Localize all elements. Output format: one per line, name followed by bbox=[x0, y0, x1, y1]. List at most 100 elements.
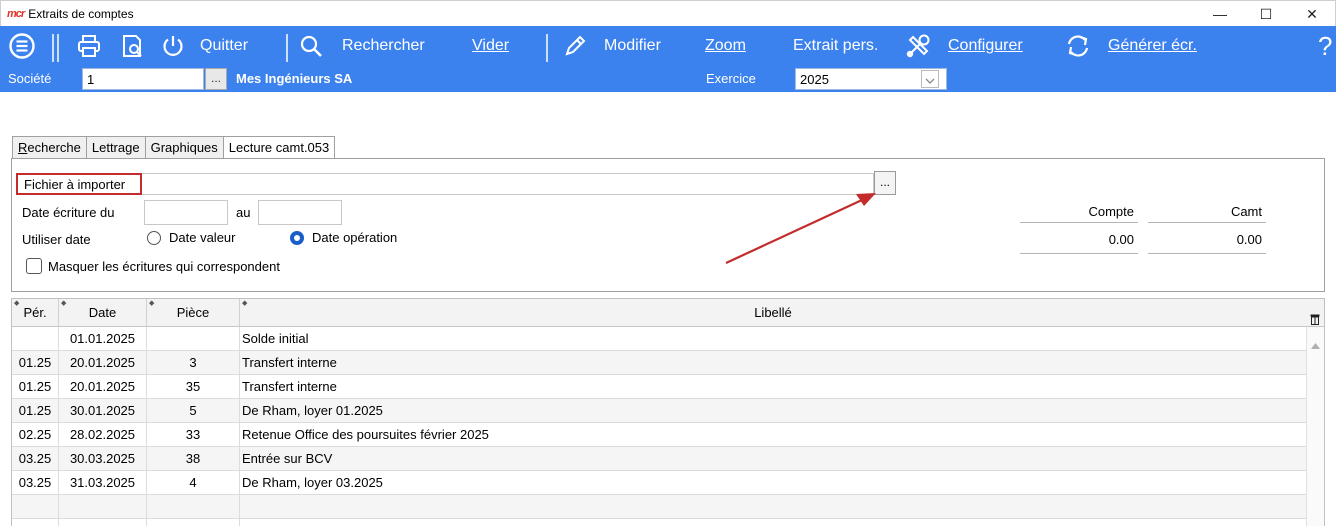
tab-graphiques[interactable]: Graphiques bbox=[144, 136, 224, 158]
table-row[interactable]: 03.25 31.03.2025 4 De Rham, loyer 03.2025 bbox=[12, 471, 1306, 495]
cell-period: 01.25 bbox=[12, 375, 59, 399]
cell-libelle: Solde initial bbox=[242, 331, 309, 346]
camt-import-panel: Fichier à importer ... Date écriture du … bbox=[11, 158, 1325, 292]
company-input[interactable]: 1 bbox=[82, 68, 204, 90]
hide-matching-label: Masquer les écritures qui correspondent bbox=[48, 259, 280, 274]
company-lookup-button[interactable]: ... bbox=[205, 68, 227, 90]
cell-piece: 4 bbox=[147, 471, 240, 495]
tab-recherche[interactable]: Recherche bbox=[12, 136, 87, 158]
use-date-label: Utiliser date bbox=[22, 232, 91, 247]
camt-header: Camt bbox=[1230, 204, 1262, 219]
zoom-label: Zoom bbox=[705, 37, 746, 54]
toolbar-actions: Quitter Rechercher Vider Modifier Zoom E… bbox=[0, 26, 1336, 66]
cell-piece: 5 bbox=[147, 399, 240, 423]
menu-button[interactable] bbox=[8, 32, 36, 60]
date-to-input[interactable] bbox=[258, 200, 342, 225]
window-title: Extraits de comptes bbox=[28, 6, 134, 21]
minimize-button[interactable]: — bbox=[1197, 1, 1243, 27]
operation-date-radio[interactable] bbox=[290, 231, 304, 245]
edit-label: Modifier bbox=[604, 37, 661, 54]
file-to-import-label: Fichier à importer bbox=[16, 173, 142, 195]
cell-period bbox=[12, 495, 59, 519]
table-row[interactable]: 02.25 28.02.2025 33 Retenue Office des pour… bbox=[12, 423, 1306, 447]
compte-header: Compte bbox=[1088, 204, 1134, 219]
cell-libelle: Retenue Office des poursuites février 20… bbox=[242, 427, 489, 442]
file-to-import-input[interactable] bbox=[142, 173, 874, 195]
configure-button[interactable]: Configurer bbox=[904, 32, 1023, 60]
print-preview-button[interactable] bbox=[120, 32, 146, 60]
cell-piece bbox=[147, 495, 240, 519]
cell-piece: 33 bbox=[147, 423, 240, 447]
cell-piece: 3 bbox=[147, 351, 240, 375]
browse-file-button[interactable]: ... bbox=[874, 171, 896, 195]
fiscal-year-label: Exercice bbox=[706, 71, 756, 86]
column-header-period[interactable]: ◆ Pér. bbox=[12, 299, 59, 327]
cell-period: 03.25 bbox=[12, 447, 59, 471]
quit-button[interactable]: Quitter bbox=[160, 32, 248, 60]
cell-piece: 38 bbox=[147, 447, 240, 471]
toolbar-separator bbox=[286, 34, 288, 62]
table-row[interactable]: 01.01.2025 Solde initial bbox=[12, 327, 1306, 351]
summary-divider bbox=[1020, 253, 1138, 254]
column-header-date[interactable]: ◆ Date bbox=[59, 299, 147, 327]
column-header-libelle[interactable]: ◆ Libellé bbox=[240, 299, 1306, 327]
summary-divider bbox=[1148, 222, 1266, 223]
cell-libelle bbox=[240, 519, 1306, 526]
search-button[interactable]: Rechercher bbox=[298, 32, 425, 60]
maximize-button[interactable]: ☐ bbox=[1243, 1, 1289, 27]
cell-date bbox=[59, 519, 147, 526]
cell-date bbox=[59, 495, 147, 519]
generate-entries-button[interactable]: Générer écr. bbox=[1064, 32, 1197, 60]
tab-lettrage[interactable]: Lettrage bbox=[85, 136, 146, 158]
quit-label: Quitter bbox=[200, 37, 249, 54]
edit-button[interactable]: Modifier bbox=[562, 32, 661, 60]
zoom-button[interactable]: Zoom bbox=[705, 32, 746, 60]
fiscal-year-dropdown-button[interactable] bbox=[921, 70, 939, 88]
search-label: Rechercher bbox=[342, 37, 425, 54]
hide-matching-checkbox[interactable] bbox=[26, 258, 42, 274]
toolbar-separator bbox=[52, 34, 54, 62]
generate-entries-label: Générer écr. bbox=[1108, 37, 1197, 54]
print-preview-icon bbox=[120, 33, 146, 59]
configure-label: Configurer bbox=[948, 37, 1023, 54]
table-row[interactable]: 01.25 20.01.2025 3 Transfert interne bbox=[12, 351, 1306, 375]
cell-period bbox=[12, 327, 59, 351]
tab-lecture-camt053[interactable]: Lecture camt.053 bbox=[222, 136, 336, 159]
column-chooser-button[interactable] bbox=[1306, 299, 1324, 327]
cell-libelle: Transfert interne bbox=[242, 379, 337, 394]
toolbar: Quitter Rechercher Vider Modifier Zoom E… bbox=[0, 26, 1336, 92]
cell-period: 01.25 bbox=[12, 399, 59, 423]
refresh-icon bbox=[1064, 32, 1092, 60]
entries-grid: ◆ Pér. ◆ Date ◆ Pièce ◆ Libellé 01.01.20… bbox=[11, 298, 1325, 526]
table-row[interactable] bbox=[12, 495, 1306, 519]
toolbar-separator bbox=[57, 34, 59, 62]
date-from-input[interactable] bbox=[144, 200, 228, 225]
table-row[interactable] bbox=[12, 519, 1306, 526]
company-bar: Société 1 ... Mes Ingénieurs SA Exercice… bbox=[0, 66, 1336, 92]
app-logo: mcr bbox=[7, 7, 25, 20]
table-row[interactable]: 01.25 20.01.2025 35 Transfert interne bbox=[12, 375, 1306, 399]
cell-date: 30.03.2025 bbox=[59, 447, 147, 471]
cell-libelle: De Rham, loyer 01.2025 bbox=[242, 403, 383, 418]
cell-period: 02.25 bbox=[12, 423, 59, 447]
cell-piece bbox=[147, 327, 240, 351]
scroll-up-icon[interactable] bbox=[1311, 337, 1320, 352]
table-row[interactable]: 01.25 30.01.2025 5 De Rham, loyer 01.2025 bbox=[12, 399, 1306, 423]
tools-icon bbox=[904, 32, 932, 60]
table-row[interactable]: 03.25 30.03.2025 38 Entrée sur BCV bbox=[12, 447, 1306, 471]
print-button[interactable] bbox=[76, 32, 102, 60]
window-controls: — ☐ ✕ bbox=[1197, 1, 1335, 27]
sort-icon: ◆ bbox=[242, 300, 248, 307]
cell-period: 01.25 bbox=[12, 351, 59, 375]
cell-piece: 35 bbox=[147, 375, 240, 399]
cell-date: 20.01.2025 bbox=[59, 375, 147, 399]
operation-date-label: Date opération bbox=[312, 230, 398, 245]
extract-pers-button[interactable]: Extrait pers. bbox=[793, 32, 878, 60]
cell-date: 28.02.2025 bbox=[59, 423, 147, 447]
help-button[interactable]: ? bbox=[1318, 31, 1332, 61]
value-date-radio[interactable] bbox=[147, 231, 161, 245]
clear-button[interactable]: Vider bbox=[472, 32, 509, 60]
close-button[interactable]: ✕ bbox=[1289, 1, 1335, 27]
column-header-piece[interactable]: ◆ Pièce bbox=[147, 299, 240, 327]
vertical-scrollbar[interactable] bbox=[1306, 327, 1324, 526]
